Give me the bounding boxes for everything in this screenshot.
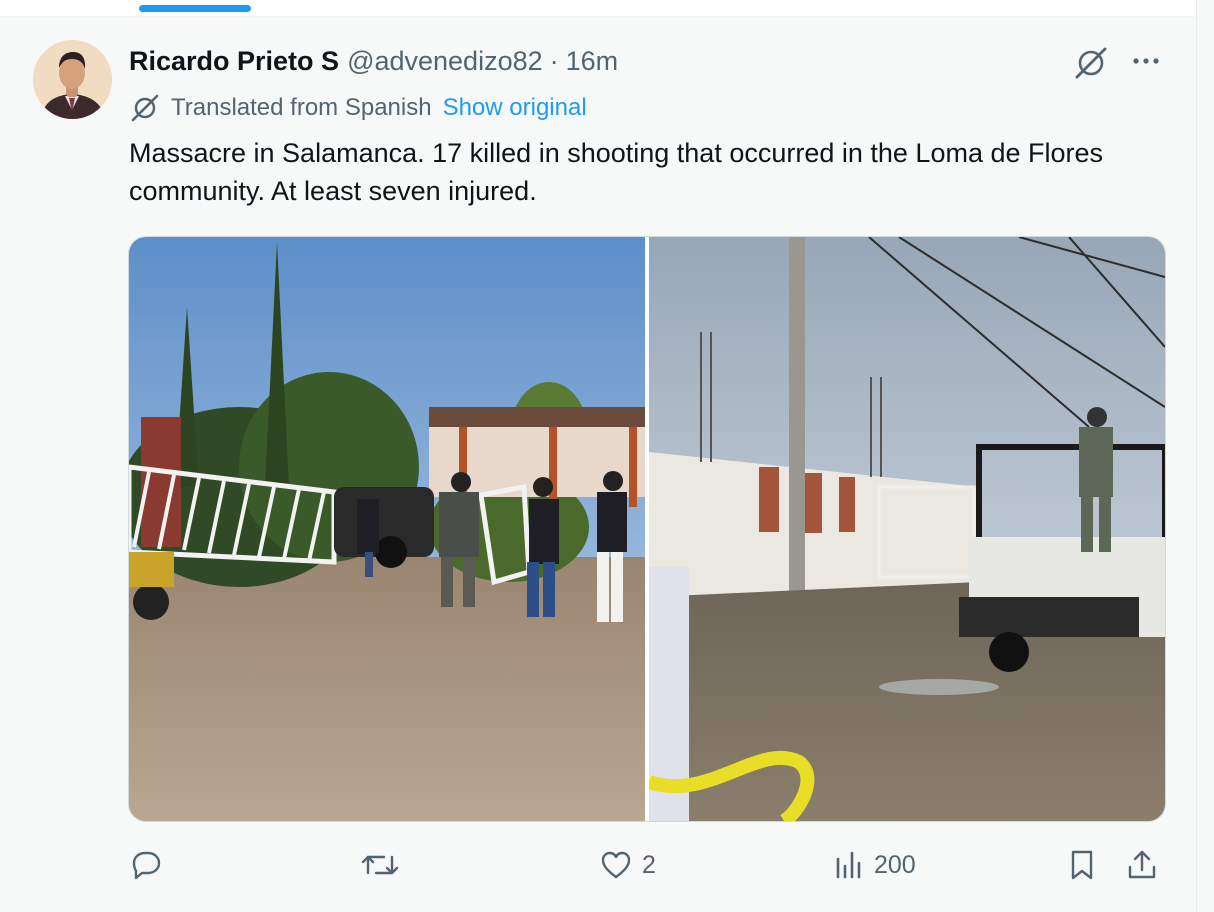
- views-icon: [832, 847, 866, 883]
- views-count: 200: [874, 850, 916, 879]
- translated-label: Translated from Spanish: [171, 94, 432, 121]
- timestamp[interactable]: 16m: [566, 46, 619, 77]
- separator-dot: ·: [549, 45, 559, 76]
- column-border: [1196, 0, 1197, 912]
- reply-button[interactable]: [128, 842, 172, 888]
- share-icon: [1124, 847, 1160, 883]
- media-gallery: [128, 236, 1166, 822]
- active-tab-indicator: [139, 5, 251, 12]
- like-count: 2: [642, 850, 656, 879]
- views-button[interactable]: 200: [832, 842, 916, 888]
- translation-notice: Translated from Spanish Show original: [129, 92, 587, 124]
- photo-right[interactable]: [649, 237, 1165, 821]
- tab-bar: [0, 0, 1196, 17]
- bookmark-icon: [1064, 847, 1100, 883]
- more-icon[interactable]: [1128, 46, 1164, 76]
- user-handle[interactable]: @advenedizo82: [347, 46, 543, 77]
- retweet-button[interactable]: [360, 842, 408, 888]
- show-original-link[interactable]: Show original: [443, 94, 587, 122]
- tweet-text: Massacre in Salamanca. 17 killed in shoo…: [129, 138, 1104, 206]
- share-button[interactable]: [1124, 842, 1160, 888]
- tweet-header: Ricardo Prieto S @advenedizo82 · 16m: [129, 44, 618, 78]
- action-bar: 2 200: [128, 842, 1168, 888]
- like-button[interactable]: 2: [598, 842, 656, 888]
- translate-icon: [129, 92, 161, 124]
- photo-left[interactable]: [129, 237, 645, 821]
- grok-icon[interactable]: [1072, 44, 1110, 82]
- display-name[interactable]: Ricardo Prieto S: [129, 46, 339, 77]
- avatar[interactable]: [33, 40, 112, 119]
- like-icon: [598, 847, 634, 883]
- bookmark-button[interactable]: [1064, 842, 1100, 888]
- retweet-icon: [360, 847, 400, 883]
- reply-icon: [128, 847, 164, 883]
